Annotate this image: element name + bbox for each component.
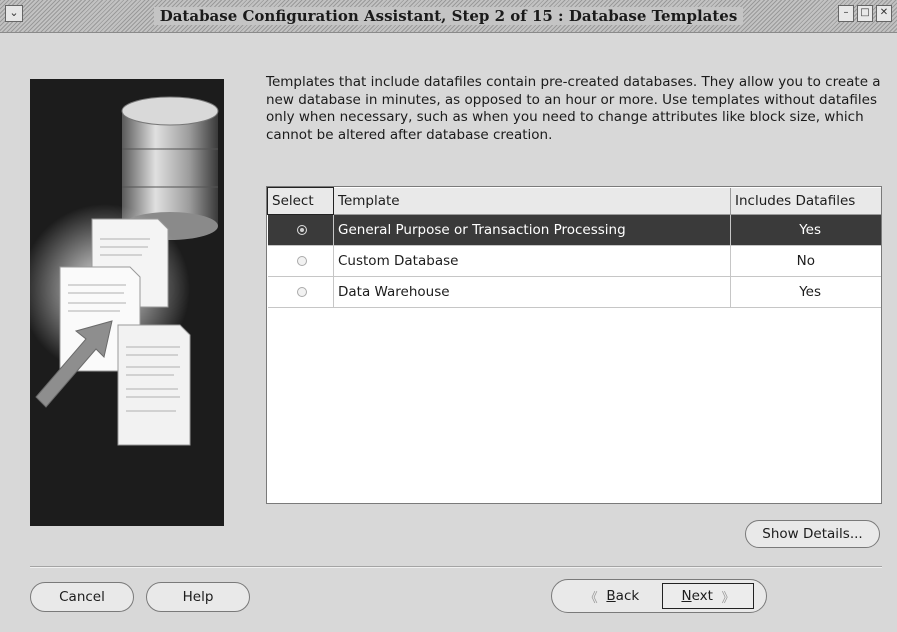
includes-datafiles-value: Yes xyxy=(730,276,881,308)
chevron-left-icon: 《 xyxy=(584,590,598,606)
close-button[interactable]: ✕ xyxy=(876,5,892,22)
table-row[interactable]: Data Warehouse Yes xyxy=(267,276,881,308)
template-name[interactable]: Data Warehouse xyxy=(333,276,731,308)
cancel-button[interactable]: Cancel xyxy=(30,582,134,612)
select-cell[interactable] xyxy=(267,214,334,246)
dbca-window: ⌄ Database Configuration Assistant, Step… xyxy=(0,0,897,632)
database-templates-illustration xyxy=(30,79,224,526)
column-header-select[interactable]: Select xyxy=(267,187,334,215)
chevron-right-icon: 》 xyxy=(721,590,735,606)
title-bar[interactable]: ⌄ Database Configuration Assistant, Step… xyxy=(0,0,897,33)
back-button[interactable]: 《 Back xyxy=(564,583,660,609)
select-cell[interactable] xyxy=(267,245,334,277)
template-name[interactable]: Custom Database xyxy=(333,245,731,277)
radio-button[interactable] xyxy=(296,256,307,266)
next-button[interactable]: Next 》 xyxy=(662,583,754,609)
maximize-icon: □ xyxy=(860,7,870,18)
template-description: Templates that include datafiles contain… xyxy=(266,74,881,143)
minimize-icon: – xyxy=(843,7,849,18)
select-cell[interactable] xyxy=(267,276,334,308)
database-documents-image xyxy=(30,96,219,446)
minimize-button[interactable]: – xyxy=(838,5,854,22)
radio-button-selected[interactable] xyxy=(296,225,307,235)
chevron-down-icon: ⌄ xyxy=(9,6,19,19)
column-header-template[interactable]: Template xyxy=(333,187,731,215)
maximize-button[interactable]: □ xyxy=(857,5,873,22)
includes-datafiles-value: No xyxy=(730,245,881,277)
navigation-buttons: 《 Back Next 》 xyxy=(551,579,767,613)
table-row[interactable]: General Purpose or Transaction Processin… xyxy=(267,214,881,246)
includes-datafiles-value: Yes xyxy=(730,214,881,246)
show-details-button[interactable]: Show Details... xyxy=(745,520,880,548)
template-name[interactable]: General Purpose or Transaction Processin… xyxy=(333,214,731,246)
window-title: Database Configuration Assistant, Step 2… xyxy=(0,7,897,25)
close-icon: ✕ xyxy=(879,7,889,18)
help-button[interactable]: Help xyxy=(146,582,250,612)
table-header-row: Select Template Includes Datafiles xyxy=(267,187,881,215)
templates-table[interactable]: Select Template Includes Datafiles Gener… xyxy=(266,186,882,504)
column-header-includes-datafiles[interactable]: Includes Datafiles xyxy=(730,187,881,215)
footer-divider xyxy=(30,566,882,568)
table-row[interactable]: Custom Database No xyxy=(267,245,881,277)
radio-button[interactable] xyxy=(296,287,307,297)
window-menu-button[interactable]: ⌄ xyxy=(5,5,23,22)
